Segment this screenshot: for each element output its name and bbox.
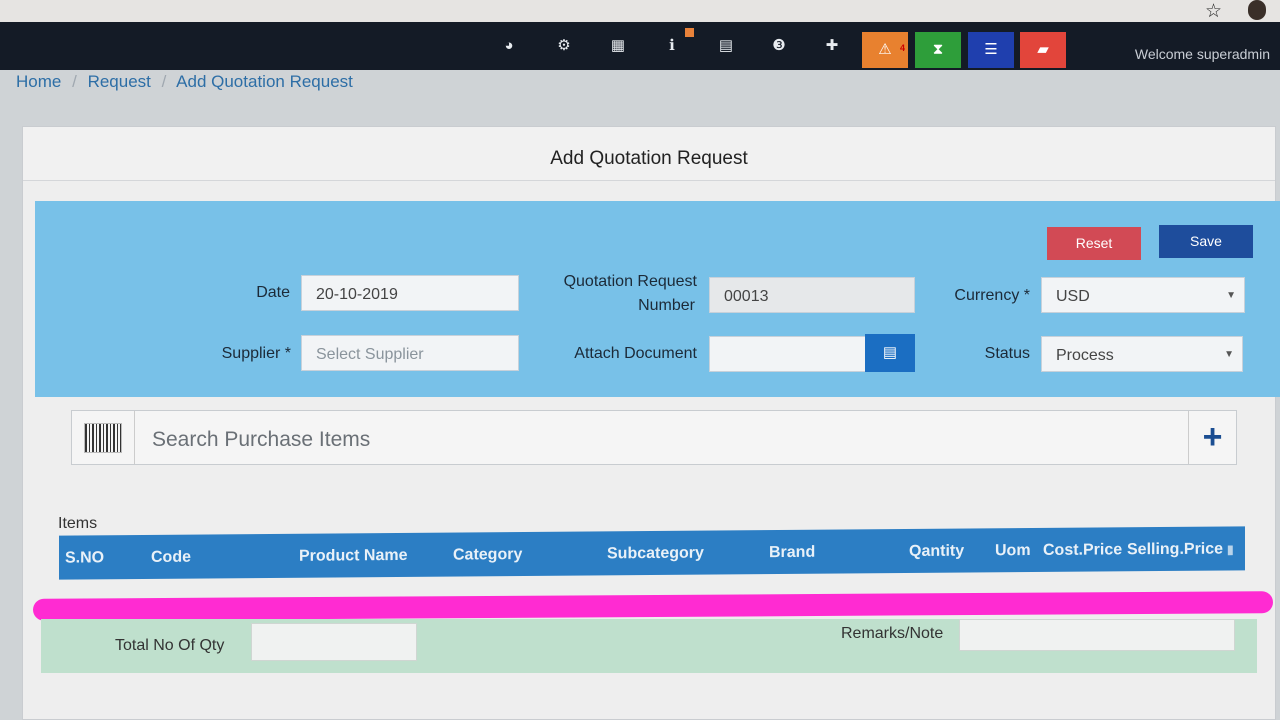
currency-value: USD <box>1056 288 1090 305</box>
column-header: S.NO <box>65 549 105 567</box>
qr-number-label-line2: Number <box>638 297 695 314</box>
list-icon: ☰ <box>984 41 998 58</box>
quotation-form: Reset Save Date 20-10-2019 Quotation Req… <box>35 201 1280 397</box>
page-title: Add Quotation Request <box>550 148 748 169</box>
bookmark-star-icon[interactable]: ☆ <box>1205 0 1222 23</box>
dashboard-icon[interactable]: ◕ <box>497 34 521 58</box>
column-header: Code <box>151 548 191 566</box>
search-divider <box>134 411 135 464</box>
search-input[interactable]: Search Purchase Items <box>152 428 370 452</box>
total-qty-label: Total No Of Qty <box>115 637 225 654</box>
alert-count: 4 <box>899 43 905 53</box>
add-item-button[interactable]: + <box>1188 411 1236 464</box>
calendar-icon[interactable]: ▤ <box>714 34 738 58</box>
trash-icon: ▮ <box>1227 542 1234 557</box>
column-header: Category <box>453 546 523 564</box>
breadcrumb: Home / Request / Add Quotation Request <box>16 72 353 92</box>
notification-badge <box>685 28 694 37</box>
alert-icon: ⚠ <box>878 41 892 58</box>
column-header: Brand <box>769 543 816 562</box>
chevron-down-icon: ▼ <box>1224 349 1234 360</box>
document-icon[interactable]: ▤ <box>865 334 915 372</box>
uk-flag-icon[interactable]: ✚ <box>820 34 844 58</box>
currency-label: Currency * <box>954 287 1030 304</box>
column-header: Qantity <box>909 542 965 560</box>
breadcrumb-home[interactable]: Home <box>16 72 61 91</box>
column-header: Cost.Price <box>1043 541 1123 559</box>
currency-select[interactable]: USD ▼ <box>1041 277 1245 313</box>
column-header: Product Name <box>299 546 408 565</box>
items-table-header: S.NO Code Product Name Category Subcateg… <box>59 526 1245 580</box>
column-header: Uom <box>995 542 1031 560</box>
barcode-icon[interactable] <box>84 423 122 453</box>
column-header: Subcategory <box>607 544 704 563</box>
status-label: Status <box>984 345 1030 362</box>
item-search-bar: Search Purchase Items + <box>71 410 1237 465</box>
remarks-field[interactable] <box>959 619 1235 651</box>
status-value: Process <box>1056 347 1114 364</box>
css-icon[interactable]: ❸ <box>767 34 791 58</box>
eraser-tile[interactable]: ▰ <box>1020 32 1066 68</box>
items-label: Items <box>58 515 98 532</box>
chevron-down-icon: ▼ <box>1226 290 1236 301</box>
info-icon[interactable]: ℹ <box>660 34 684 58</box>
browser-extension-icon[interactable] <box>1248 0 1266 20</box>
top-navbar: ◕ ⚙ ▦ ℹ ▤ ❸ ✚ ⚠ 4 ⧗ ☰ ▰ Welcome superadm… <box>0 22 1280 70</box>
eraser-icon: ▰ <box>1037 41 1049 58</box>
plus-icon: + <box>1202 418 1223 456</box>
breadcrumb-separator: / <box>72 72 77 91</box>
welcome-text: Welcome superadmin <box>1134 46 1270 62</box>
supplier-select[interactable]: Select Supplier <box>301 335 519 371</box>
list-tile[interactable]: ☰ <box>968 32 1014 68</box>
settings-icon[interactable]: ⚙ <box>552 34 576 58</box>
reset-button[interactable]: Reset <box>1047 227 1141 260</box>
column-header: Selling.Price <box>1127 540 1224 559</box>
totals-row: Total No Of Qty Remarks/Note <box>41 619 1257 673</box>
breadcrumb-request[interactable]: Request <box>88 72 151 91</box>
qr-number-field: 00013 <box>709 277 915 313</box>
highlighter-stroke <box>32 591 1274 621</box>
date-field[interactable]: 20-10-2019 <box>301 275 519 311</box>
breadcrumb-current: Add Quotation Request <box>176 72 353 91</box>
attach-document-input[interactable] <box>709 336 867 372</box>
calculator-icon[interactable]: ▦ <box>606 34 630 58</box>
alert-tile[interactable]: ⚠ 4 <box>862 32 908 68</box>
browser-toolbar: ☆ <box>0 0 1280 22</box>
status-select[interactable]: Process ▼ <box>1041 336 1243 372</box>
panel-header: Add Quotation Request <box>23 127 1275 181</box>
hourglass-icon: ⧗ <box>932 41 944 58</box>
save-button[interactable]: Save <box>1159 225 1253 258</box>
remarks-label: Remarks/Note <box>841 625 944 642</box>
breadcrumb-separator: / <box>161 72 167 91</box>
date-label: Date <box>256 284 290 301</box>
supplier-label: Supplier * <box>221 345 291 362</box>
hourglass-tile[interactable]: ⧗ <box>915 32 961 68</box>
qr-number-label-line1: Quotation Request <box>563 273 697 290</box>
attach-document-label: Attach Document <box>574 345 697 362</box>
total-qty-field <box>251 623 417 661</box>
main-panel: Add Quotation Request Reset Save Date 20… <box>22 126 1280 720</box>
